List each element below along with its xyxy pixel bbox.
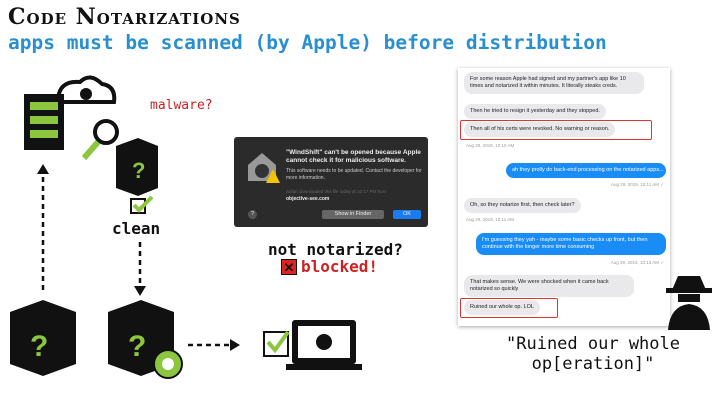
- gatekeeper-warning-icon: [248, 153, 280, 183]
- timestamp: Aug 29, 2019, 10:11 AM: [466, 217, 514, 222]
- dialog-title: "WindShift" can't be opened because Appl…: [286, 149, 421, 164]
- chat-message: Oh, so they notarize first, then check l…: [464, 198, 581, 213]
- dialog-body: This software needs to be updated. Conta…: [286, 168, 422, 181]
- highlight-box: [460, 298, 558, 318]
- ok-button[interactable]: OK: [393, 210, 421, 219]
- chat-message: For some reason Apple had signed and my …: [464, 72, 644, 94]
- chat-message: I'm guessing they yah - maybe some basic…: [476, 233, 666, 255]
- timestamp: Aug 29, 2019, 10:11 AM ✓: [611, 182, 664, 187]
- highlight-box: [460, 120, 652, 140]
- quote: "Ruined our whole op[eration]": [506, 334, 680, 374]
- gatekeeper-dialog: "WindShift" can't be opened because Appl…: [234, 137, 428, 227]
- help-button[interactable]: ?: [248, 210, 257, 219]
- svg-text:?: ?: [128, 330, 146, 363]
- blocked-x-icon: ✕: [281, 259, 297, 275]
- timestamp: Aug 29, 2019, 10:13 AM ✓: [610, 260, 664, 265]
- chat-transcript: For some reason Apple had signed and my …: [458, 68, 670, 326]
- package-icon: ?: [10, 300, 76, 376]
- timestamp: Aug 29, 2019, 10:10 AM: [466, 143, 515, 148]
- blocked-label: blocked!: [301, 257, 379, 276]
- dialog-domain: objective-see.com: [286, 196, 330, 202]
- chat-message: Then he tried to resign it yesterday and…: [464, 104, 606, 119]
- chat-message: That makes sense. We were shocked when i…: [464, 275, 634, 297]
- notarized-package-icon: ?: [108, 300, 183, 379]
- svg-text:?: ?: [30, 330, 48, 363]
- show-in-finder-button[interactable]: Show in Finder: [322, 210, 384, 219]
- dialog-source: Safari downloaded this file today at 10:…: [286, 189, 387, 194]
- laptop-icon: [263, 320, 362, 370]
- chat-message: ah they prolly do back-end processing on…: [506, 163, 666, 178]
- hacker-spy-icon: [666, 276, 712, 330]
